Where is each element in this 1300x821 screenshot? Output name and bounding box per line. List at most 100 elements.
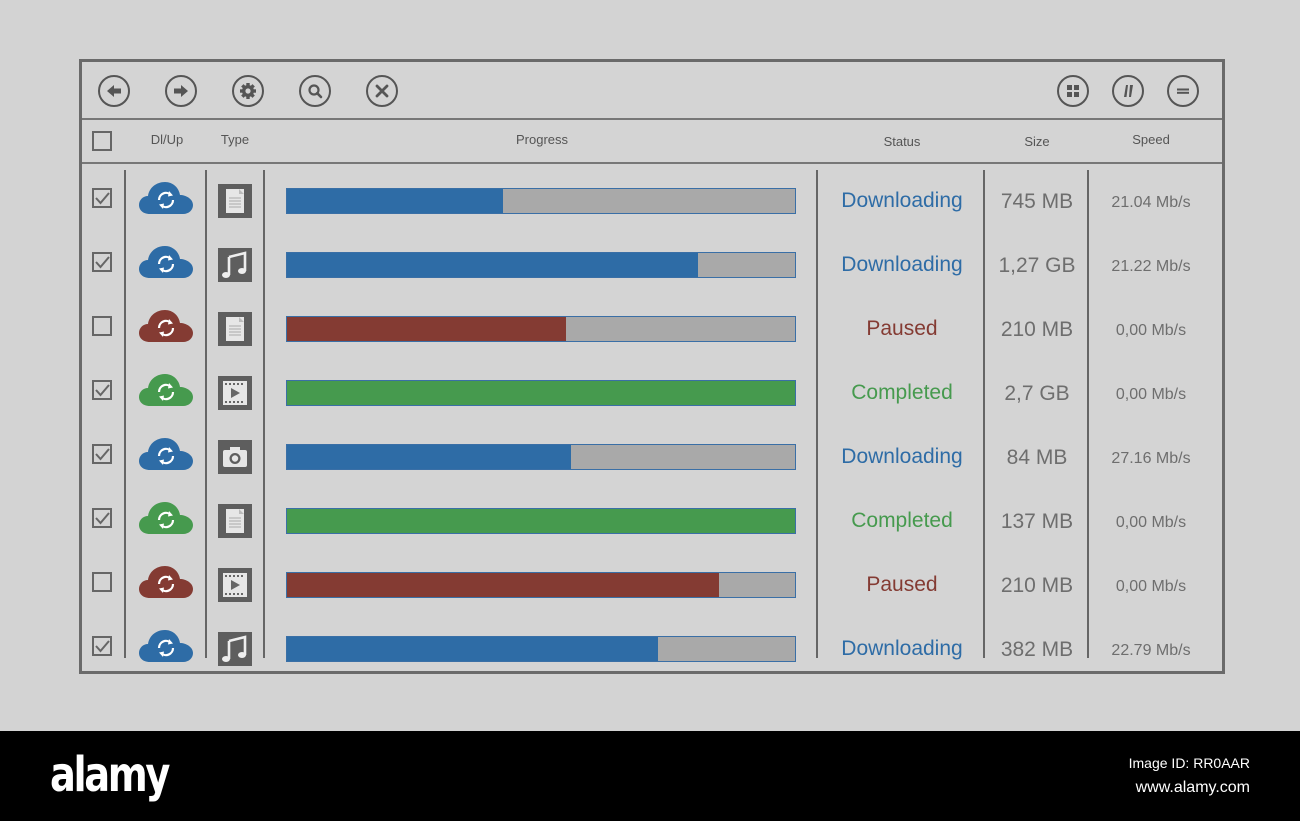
gear-icon [240, 83, 256, 99]
progress-fill [287, 445, 572, 469]
footer-logo: alamy [50, 747, 170, 803]
camera-icon [223, 447, 247, 467]
cloud-sync-icon [139, 566, 193, 598]
close-icon [375, 84, 389, 98]
progress-bar [286, 508, 796, 534]
row-checkbox[interactable] [92, 508, 112, 528]
footer-bar: alamy Image ID: RR0AAR www.alamy.com [0, 731, 1300, 821]
download-manager-window: Dl/Up Type Progress Status Size Speed Do… [79, 59, 1225, 674]
speed-value: 0,00 Mb/s [1115, 578, 1187, 595]
table-header: Dl/Up Type Progress Status Size Speed [82, 120, 1222, 164]
row-checkbox[interactable] [92, 636, 112, 656]
progress-bar [286, 444, 796, 470]
progress-fill [287, 573, 719, 597]
progress-bar [286, 636, 796, 662]
column-header-size[interactable]: Size [988, 134, 1086, 149]
column-header-type[interactable]: Type [208, 132, 262, 147]
row-checkbox[interactable] [92, 316, 112, 336]
footer-url: www.alamy.com [1135, 779, 1250, 796]
grid-icon [1067, 85, 1079, 97]
speed-value: 21.04 Mb/s [1111, 194, 1191, 211]
column-header-dlup[interactable]: Dl/Up [132, 132, 202, 147]
checkmark-icon [95, 512, 110, 525]
download-row[interactable]: Paused 210 MB 0,00 Mb/s [82, 298, 1222, 362]
download-row[interactable]: Downloading 1,27 GB 21.22 Mb/s [82, 234, 1222, 298]
checkmark-icon [95, 384, 110, 397]
column-header-status[interactable]: Status [822, 134, 982, 149]
progress-fill [287, 189, 503, 213]
select-all-checkbox[interactable] [92, 131, 112, 151]
music-note-icon [222, 251, 247, 278]
row-checkbox[interactable] [92, 380, 112, 400]
checkmark-icon [95, 640, 110, 653]
arrow-left-icon [107, 85, 121, 97]
row-checkbox[interactable] [92, 444, 112, 464]
progress-bar [286, 252, 796, 278]
progress-fill [287, 509, 795, 533]
download-row[interactable]: Downloading 382 MB 22.79 Mb/s [82, 618, 1222, 682]
status-label: Paused [866, 317, 938, 340]
cloud-sync-icon [139, 630, 193, 662]
grid-view-button[interactable] [1057, 75, 1089, 107]
menu-icon [1177, 88, 1189, 94]
status-label: Downloading [841, 253, 963, 276]
progress-fill [287, 381, 795, 405]
cancel-button[interactable] [366, 75, 398, 107]
checkmark-icon [95, 192, 110, 205]
size-value: 210 MB [1000, 574, 1074, 597]
progress-bar [286, 188, 796, 214]
footer-image-id: Image ID: RR0AAR [1128, 755, 1250, 771]
speed-value: 0,00 Mb/s [1115, 514, 1187, 531]
columns-icon [1124, 85, 1133, 97]
status-label: Paused [866, 573, 938, 596]
checkmark-icon [95, 448, 110, 461]
status-label: Completed [851, 509, 953, 532]
progress-fill [287, 317, 567, 341]
search-button[interactable] [299, 75, 331, 107]
cloud-sync-icon [139, 502, 193, 534]
speed-value: 0,00 Mb/s [1115, 322, 1187, 339]
column-header-speed[interactable]: Speed [1092, 132, 1210, 147]
document-icon [226, 189, 244, 213]
row-checkbox[interactable] [92, 572, 112, 592]
speed-value: 0,00 Mb/s [1115, 386, 1187, 403]
video-icon [223, 381, 247, 405]
download-row[interactable]: Completed 137 MB 0,00 Mb/s [82, 490, 1222, 554]
row-checkbox[interactable] [92, 188, 112, 208]
back-button[interactable] [98, 75, 130, 107]
size-value: 1,27 GB [998, 254, 1076, 277]
file-type-music [218, 248, 252, 282]
progress-fill [287, 253, 699, 277]
size-value: 84 MB [1006, 446, 1068, 469]
cloud-sync-icon [139, 182, 193, 214]
progress-bar [286, 316, 796, 342]
settings-button[interactable] [232, 75, 264, 107]
status-label: Downloading [841, 189, 963, 212]
download-row[interactable]: Paused 210 MB 0,00 Mb/s [82, 554, 1222, 618]
status-label: Downloading [841, 637, 963, 660]
download-row[interactable]: Completed 2,7 GB 0,00 Mb/s [82, 362, 1222, 426]
download-row[interactable]: Downloading 84 MB 27.16 Mb/s [82, 426, 1222, 490]
forward-button[interactable] [165, 75, 197, 107]
row-checkbox[interactable] [92, 252, 112, 272]
speed-value: 27.16 Mb/s [1111, 450, 1191, 467]
checkmark-icon [95, 256, 110, 269]
size-value: 137 MB [1000, 510, 1074, 533]
column-header-progress[interactable]: Progress [442, 132, 642, 147]
column-view-button[interactable] [1112, 75, 1144, 107]
cloud-sync-icon [139, 246, 193, 278]
speed-value: 22.79 Mb/s [1111, 642, 1191, 659]
cloud-sync-icon [139, 374, 193, 406]
file-type-video [218, 568, 252, 602]
list-view-button[interactable] [1167, 75, 1199, 107]
size-value: 382 MB [1000, 638, 1074, 661]
cloud-sync-icon [139, 438, 193, 470]
file-type-music [218, 632, 252, 666]
file-type-video [218, 376, 252, 410]
size-value: 2,7 GB [1004, 382, 1070, 405]
download-row[interactable]: Downloading 745 MB 21.04 Mb/s [82, 170, 1222, 234]
speed-value: 21.22 Mb/s [1111, 258, 1191, 275]
size-value: 210 MB [1000, 318, 1074, 341]
music-note-icon [222, 635, 247, 662]
document-icon [226, 317, 244, 341]
